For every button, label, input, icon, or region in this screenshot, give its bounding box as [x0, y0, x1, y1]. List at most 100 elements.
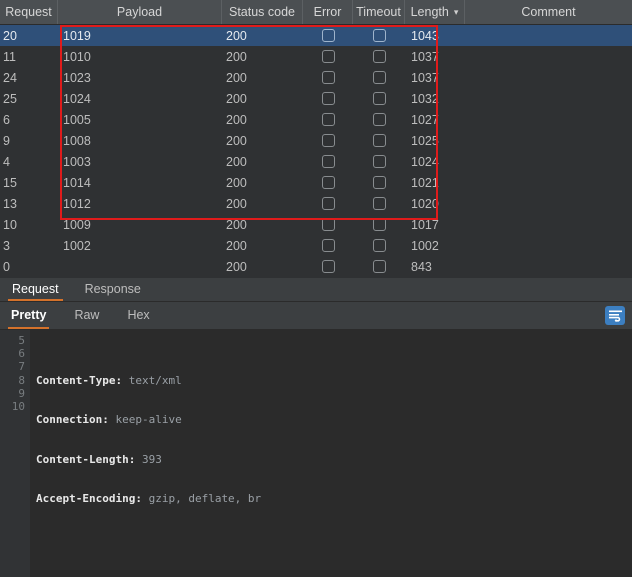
column-header-error[interactable]: Error	[303, 0, 353, 24]
timeout-checkbox[interactable]	[372, 71, 386, 84]
timeout-checkbox[interactable]	[372, 50, 386, 63]
error-checkbox[interactable]	[321, 71, 335, 84]
error-checkbox[interactable]	[321, 155, 335, 168]
timeout-checkbox[interactable]	[372, 29, 386, 42]
cell-timeout	[353, 46, 405, 67]
cell-payload: 1024	[63, 91, 91, 106]
message-editor[interactable]: 5 6 7 8 9 10 Content-Type: text/xml Connectio…	[0, 330, 632, 577]
timeout-checkbox[interactable]	[372, 92, 386, 105]
error-checkbox[interactable]	[321, 50, 335, 63]
cell-comment	[465, 172, 632, 193]
tab-hex[interactable]: Hex	[124, 302, 152, 329]
line-number	[0, 426, 25, 439]
tab-pretty[interactable]: Pretty	[8, 302, 50, 329]
table-row[interactable]: 9 1008 200 1025	[0, 130, 632, 151]
column-header-status-code[interactable]: Status code	[222, 0, 303, 24]
cell-status: 200	[226, 49, 247, 64]
error-checkbox[interactable]	[321, 239, 335, 252]
column-header-length[interactable]: Length ▾	[405, 0, 465, 24]
table-row[interactable]: 10 1009 200 1017	[0, 214, 632, 235]
timeout-checkbox[interactable]	[372, 218, 386, 231]
attack-results-table[interactable]: Request Payload Status code Error Timeou…	[0, 0, 632, 278]
message-tab-bar[interactable]: Request Response	[0, 278, 632, 302]
table-row[interactable]: 3 1002 200 1002	[0, 235, 632, 256]
cell-length: 1032	[411, 91, 439, 106]
timeout-checkbox[interactable]	[372, 134, 386, 147]
tab-response[interactable]: Response	[81, 278, 145, 301]
table-row[interactable]: 24 1023 200 1037	[0, 67, 632, 88]
column-header-payload[interactable]: Payload	[58, 0, 222, 24]
cell-error	[303, 235, 353, 256]
chevron-down-icon: ▾	[453, 6, 459, 17]
table-row[interactable]: 25 1024 200 1032	[0, 88, 632, 109]
table-row[interactable]: 13 1012 200 1020	[0, 193, 632, 214]
cell-timeout	[353, 130, 405, 151]
cell-length: 1017	[411, 217, 439, 232]
cell-length: 1043	[411, 28, 439, 43]
word-wrap-icon[interactable]	[605, 306, 625, 325]
table-row[interactable]: 15 1014 200 1021	[0, 172, 632, 193]
timeout-checkbox[interactable]	[372, 176, 386, 189]
error-checkbox[interactable]	[321, 197, 335, 210]
cell-comment	[465, 109, 632, 130]
tab-request[interactable]: Request	[8, 278, 63, 301]
error-checkbox[interactable]	[321, 29, 335, 42]
error-checkbox[interactable]	[321, 92, 335, 105]
cell-comment	[465, 235, 632, 256]
cell-comment	[465, 25, 632, 46]
timeout-checkbox[interactable]	[372, 197, 386, 210]
cell-error	[303, 193, 353, 214]
cell-error	[303, 277, 353, 278]
tab-raw[interactable]: Raw	[71, 302, 102, 329]
table-row[interactable]: 11 1010 200 1037	[0, 46, 632, 67]
column-header-comment[interactable]: Comment	[465, 0, 632, 24]
error-checkbox[interactable]	[321, 218, 335, 231]
table-row[interactable]: 4 1003 200 1024	[0, 151, 632, 172]
line-number	[0, 571, 25, 577]
cell-timeout	[353, 172, 405, 193]
timeout-checkbox[interactable]	[372, 113, 386, 126]
cell-payload: 1010	[63, 49, 91, 64]
tab-response-label: Response	[84, 281, 141, 296]
cell-timeout	[353, 109, 405, 130]
cell-error	[303, 172, 353, 193]
cell-status: 200	[226, 196, 247, 211]
tab-raw-label: Raw	[74, 307, 100, 322]
code-content[interactable]: Content-Type: text/xml Connection: keep-…	[30, 330, 632, 577]
column-header-timeout[interactable]: Timeout	[353, 0, 405, 24]
cell-payload: 1002	[63, 238, 91, 253]
column-header-request[interactable]: Request	[0, 0, 58, 24]
cell-request: 4	[3, 154, 10, 169]
cell-error	[303, 109, 353, 130]
cell-timeout	[353, 67, 405, 88]
table-row[interactable]: 0 200 843	[0, 256, 632, 277]
column-header-comment-label: Comment	[521, 5, 576, 19]
table-row[interactable]: 6 1005 200 1027	[0, 109, 632, 130]
table-row[interactable]: 20 1019 200 1043	[0, 25, 632, 46]
column-header-request-label: Request	[5, 5, 52, 19]
cell-status: 200	[226, 154, 247, 169]
line-number	[0, 413, 25, 426]
cell-comment	[465, 88, 632, 109]
error-checkbox[interactable]	[321, 260, 335, 273]
timeout-checkbox[interactable]	[372, 260, 386, 273]
cell-error	[303, 256, 353, 277]
error-checkbox[interactable]	[321, 176, 335, 189]
timeout-checkbox[interactable]	[372, 239, 386, 252]
cell-status: 200	[226, 28, 247, 43]
table-body[interactable]: 20 1019 200 1043 11 1010 200 1037 24 1023 200 1037 2…	[0, 25, 632, 278]
tab-hex-label: Hex	[127, 307, 150, 322]
cell-length: 1027	[411, 112, 439, 127]
error-checkbox[interactable]	[321, 113, 335, 126]
table-row[interactable]: 11000200 843	[0, 277, 632, 278]
view-tab-bar[interactable]: Pretty Raw Hex	[0, 302, 632, 330]
cell-comment	[465, 67, 632, 88]
cell-payload: 1009	[63, 217, 91, 232]
cell-timeout	[353, 277, 405, 278]
cell-status: 200	[226, 91, 247, 106]
column-header-status-code-label: Status code	[228, 5, 295, 19]
error-checkbox[interactable]	[321, 134, 335, 147]
timeout-checkbox[interactable]	[372, 155, 386, 168]
line-number-gutter: 5 6 7 8 9 10	[0, 330, 30, 577]
